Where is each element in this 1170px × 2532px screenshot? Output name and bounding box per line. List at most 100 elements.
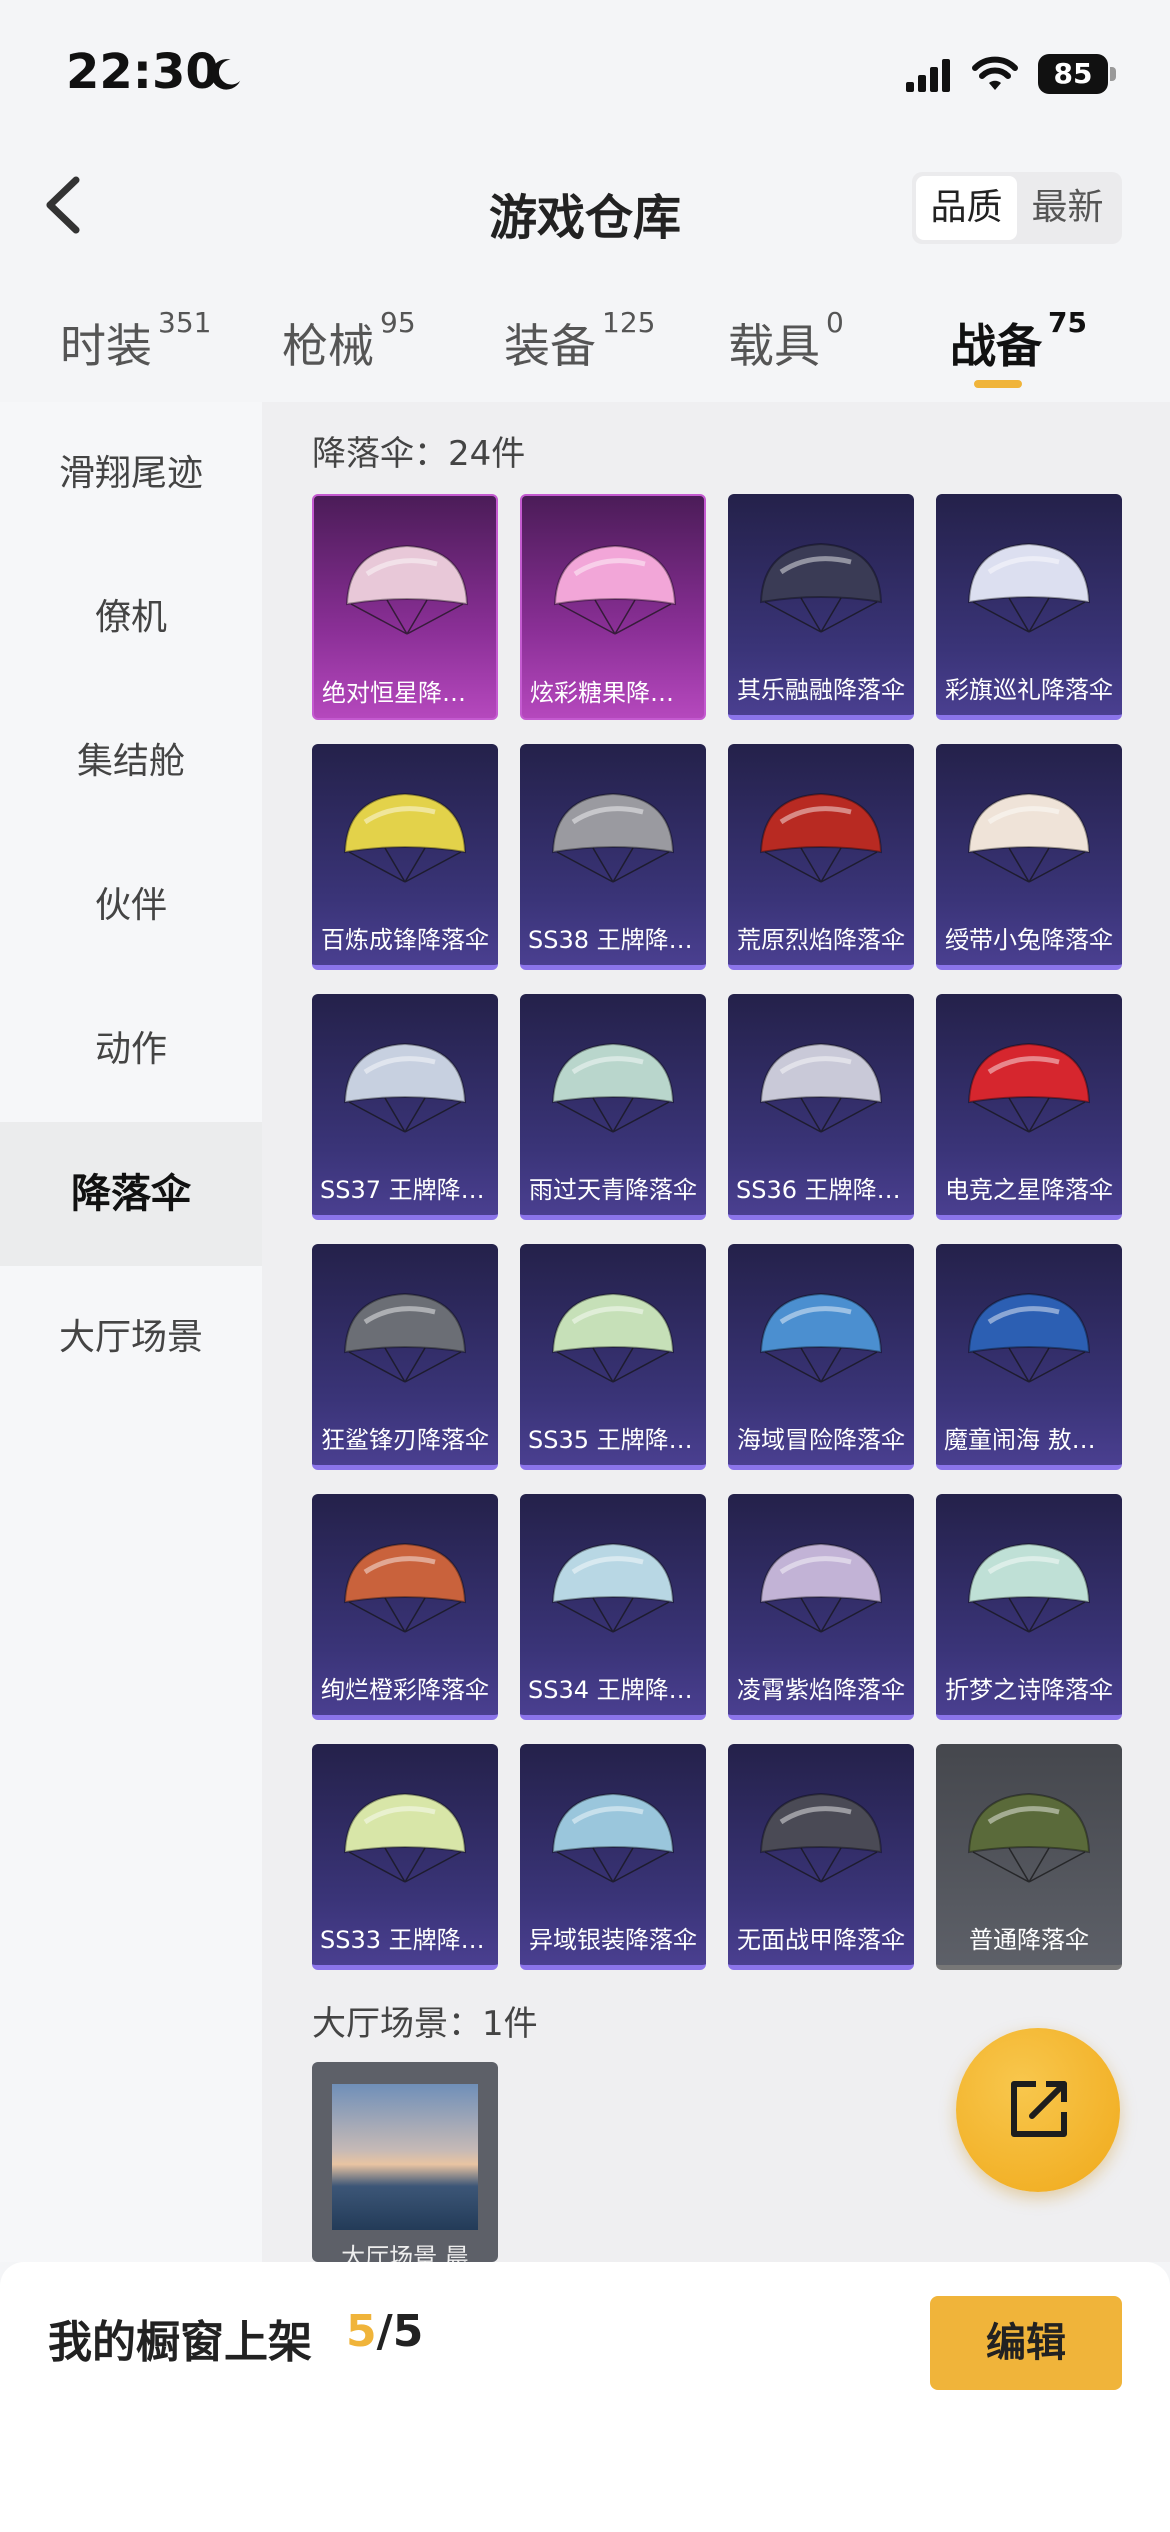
item-card[interactable]: 雨过天青降落伞 <box>520 994 706 1220</box>
sort-toggle: 品质 最新 <box>912 172 1122 244</box>
item-name: 百炼成锋降落伞 <box>321 926 489 954</box>
parachute-image <box>759 542 883 633</box>
sidebar-item-capsule[interactable]: 集结舱 <box>0 690 262 834</box>
item-name: 彩旗巡礼降落伞 <box>945 676 1113 704</box>
item-card[interactable]: SS33 王牌降落伞 <box>312 1744 498 1970</box>
tab-vehicles[interactable]: 载具 0 <box>728 306 844 376</box>
scene-card[interactable]: 大厅场景 晨 <box>312 2062 498 2262</box>
item-content: 降落伞：24件 绝对恒星降落伞 炫彩糖果降落伞 其乐融融降落伞 彩旗巡礼降落伞百炼成锋… <box>262 402 1170 2262</box>
parachute-image <box>759 1792 883 1883</box>
sidebar-item-emote[interactable]: 动作 <box>0 978 262 1122</box>
item-card[interactable]: 海域冒险降落伞 <box>728 1244 914 1470</box>
item-name: SS38 王牌降落伞 <box>528 926 706 954</box>
sort-newest-button[interactable]: 最新 <box>1017 176 1118 240</box>
item-name: 普通降落伞 <box>969 1926 1089 1954</box>
item-card[interactable]: 魔童闹海 敖丙降落伞 <box>936 1244 1122 1470</box>
item-card[interactable]: 折梦之诗降落伞 <box>936 1494 1122 1720</box>
signal-icon <box>906 59 950 92</box>
tab-count: 95 <box>380 306 416 339</box>
item-card[interactable]: SS34 王牌降落伞 <box>520 1494 706 1720</box>
item-card[interactable]: 绶带小兔降落伞 <box>936 744 1122 970</box>
parachute-image <box>343 792 467 883</box>
item-card[interactable]: 普通降落伞 <box>936 1744 1122 1970</box>
tab-weapons[interactable]: 枪械 95 <box>282 306 416 376</box>
item-card[interactable]: 无面战甲降落伞 <box>728 1744 914 1970</box>
tab-count: 0 <box>826 306 844 339</box>
sidebar-item-companion[interactable]: 伙伴 <box>0 834 262 978</box>
item-name: 其乐融融降落伞 <box>737 676 905 704</box>
item-name: 炫彩糖果降落伞 <box>530 679 698 707</box>
item-card[interactable]: 绚烂橙彩降落伞 <box>312 1494 498 1720</box>
item-name: 无面战甲降落伞 <box>737 1926 905 1954</box>
tab-label: 装备 <box>504 319 596 373</box>
parachute-image <box>343 1792 467 1883</box>
item-card[interactable]: 其乐融融降落伞 <box>728 494 914 720</box>
parachute-image <box>345 544 469 635</box>
item-name: SS35 王牌降落伞 <box>528 1426 706 1454</box>
sort-quality-button[interactable]: 品质 <box>916 176 1017 240</box>
parachute-image <box>967 1792 1091 1883</box>
tab-equipment[interactable]: 装备 125 <box>504 306 655 376</box>
item-name: 荒原烈焰降落伞 <box>737 926 905 954</box>
showcase-total: /5 <box>376 2306 424 2357</box>
sidebar-item-wingman[interactable]: 僚机 <box>0 546 262 690</box>
tab-count: 351 <box>158 306 212 339</box>
parachute-image <box>343 1292 467 1383</box>
battery-indicator: 85 <box>1038 54 1116 94</box>
parachute-image <box>553 544 677 635</box>
parachute-image <box>759 792 883 883</box>
parachute-image <box>343 1542 467 1633</box>
sidebar-item-lobby-scene[interactable]: 大厅场景 <box>0 1266 262 1410</box>
showcase-label: 我的橱窗上架 <box>48 2317 312 2368</box>
parachute-image <box>759 1542 883 1633</box>
tab-count: 125 <box>602 306 656 339</box>
scene-thumbnail <box>332 2084 478 2230</box>
tab-fashion[interactable]: 时装 351 <box>60 306 211 376</box>
share-button[interactable] <box>956 2028 1120 2192</box>
parachute-image <box>967 1042 1091 1133</box>
item-card[interactable]: 彩旗巡礼降落伞 <box>936 494 1122 720</box>
parachute-image <box>967 542 1091 633</box>
tab-label: 枪械 <box>282 319 374 373</box>
tab-label: 时装 <box>60 319 152 373</box>
item-name: SS34 王牌降落伞 <box>528 1676 706 1704</box>
parachute-image <box>551 1792 675 1883</box>
battery-cap <box>1110 67 1116 81</box>
item-card[interactable]: 绝对恒星降落伞 <box>312 494 498 720</box>
item-card[interactable]: 凌霄紫焰降落伞 <box>728 1494 914 1720</box>
status-bar: 22:30 85 <box>0 0 1170 150</box>
status-time: 22:30 <box>66 44 219 100</box>
parachute-image <box>967 1292 1091 1383</box>
item-card[interactable]: SS35 王牌降落伞 <box>520 1244 706 1470</box>
tab-label: 战备 <box>950 319 1042 373</box>
tab-count: 75 <box>1048 306 1087 339</box>
sidebar-item-parachute[interactable]: 降落伞 <box>0 1122 262 1266</box>
tab-label: 载具 <box>728 319 820 373</box>
item-card[interactable]: 狂鲨锋刃降落伞 <box>312 1244 498 1470</box>
edit-button[interactable]: 编辑 <box>930 2296 1122 2390</box>
item-card[interactable]: SS37 王牌降落伞 <box>312 994 498 1220</box>
parachute-image <box>759 1292 883 1383</box>
sidebar: 滑翔尾迹 僚机 集结舱 伙伴 动作 降落伞 大厅场景 <box>0 402 262 2262</box>
active-tab-underline <box>974 380 1022 388</box>
item-card[interactable]: SS38 王牌降落伞 <box>520 744 706 970</box>
wifi-icon <box>972 56 1018 90</box>
parachute-image <box>343 1042 467 1133</box>
item-name: 海域冒险降落伞 <box>737 1426 905 1454</box>
item-card[interactable]: 荒原烈焰降落伞 <box>728 744 914 970</box>
battery-level: 85 <box>1038 54 1108 94</box>
parachute-image <box>551 1542 675 1633</box>
item-card[interactable]: 百炼成锋降落伞 <box>312 744 498 970</box>
item-card[interactable]: 电竞之星降落伞 <box>936 994 1122 1220</box>
tab-tactical[interactable]: 战备 75 <box>950 306 1087 376</box>
item-name: 狂鲨锋刃降落伞 <box>321 1426 489 1454</box>
parachute-image <box>551 792 675 883</box>
item-card[interactable]: SS36 王牌降落伞 <box>728 994 914 1220</box>
parachute-section-title: 降落伞：24件 <box>312 434 526 474</box>
parachute-image <box>551 1292 675 1383</box>
item-card[interactable]: 炫彩糖果降落伞 <box>520 494 706 720</box>
parachute-image <box>967 792 1091 883</box>
sidebar-item-glide-trail[interactable]: 滑翔尾迹 <box>0 402 262 546</box>
item-name: 魔童闹海 敖丙降落伞 <box>944 1426 1122 1454</box>
item-card[interactable]: 异域银装降落伞 <box>520 1744 706 1970</box>
